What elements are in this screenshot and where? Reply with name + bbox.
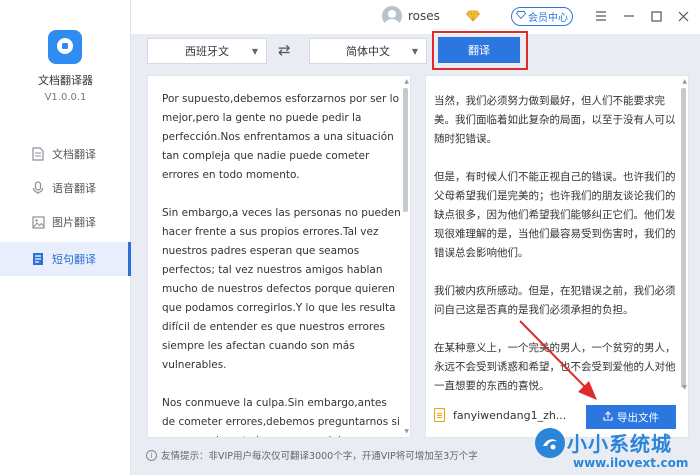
source-language-value: 西班牙文: [185, 45, 229, 58]
user-profile[interactable]: roses: [382, 6, 440, 26]
target-paragraph: 当然，我们必须努力做到最好，但人们不能要求完美。我们面临着如此复杂的局面，以至于…: [434, 95, 676, 145]
maximize-icon[interactable]: [647, 7, 665, 25]
sidebar-item-label: 短句翻译: [52, 253, 96, 266]
source-paragraph: Sin embargo,a veces las personas no pued…: [162, 207, 401, 371]
scroll-up-icon[interactable]: ▲: [404, 78, 409, 85]
info-icon: i: [146, 449, 157, 461]
app-name: 文档翻译器: [38, 74, 93, 87]
target-paragraph: 我们被内疚所感动。但是，在犯错误之前，我们必须问自己这是否真的是我们必须承担的负…: [434, 285, 676, 316]
avatar: [382, 6, 402, 26]
source-paragraph: Nos conmueve la culpa.Sin embargo,antes …: [162, 397, 400, 437]
close-icon[interactable]: [674, 7, 692, 25]
app-version: V1.0.0.1: [44, 92, 87, 103]
export-icon: [603, 410, 613, 424]
chevron-down-icon: ▼: [411, 47, 418, 56]
username: roses: [408, 9, 440, 23]
sidebar-item-label: 语音翻译: [52, 182, 96, 195]
gem-icon: [515, 11, 527, 22]
sidebar: 文档翻译器 V1.0.0.1 文档翻译 语音翻译 图片翻译 短句翻译: [0, 0, 131, 475]
minimize-icon[interactable]: [620, 7, 638, 25]
image-icon: [31, 215, 45, 229]
sidebar-item-image[interactable]: 图片翻译: [0, 205, 131, 239]
footer-tip-text: 友情提示：非VIP用户每次仅可翻译3000个字，开通VIP将可增加至3万个字: [161, 451, 478, 462]
target-text[interactable]: 当然，我们必须努力做到最好，但人们不能要求完美。我们面临着如此复杂的局面，以至于…: [434, 92, 682, 415]
sidebar-item-voice[interactable]: 语音翻译: [0, 171, 131, 205]
sidebar-item-label: 图片翻译: [52, 216, 96, 229]
vip-center-button[interactable]: 会员中心: [511, 7, 573, 26]
target-language-value: 简体中文: [346, 45, 390, 58]
translate-button[interactable]: 翻译: [438, 37, 520, 63]
watermark: 小小系统城 www.ilovext.com: [533, 428, 700, 475]
source-text-panel[interactable]: Por supuesto,debemos esforzarnos por ser…: [147, 75, 411, 438]
menu-icon[interactable]: [592, 7, 610, 25]
target-text-panel[interactable]: 当然，我们必须努力做到最好，但人们不能要求完美。我们面临着如此复杂的局面，以至于…: [425, 75, 689, 438]
scroll-up-icon[interactable]: ▲: [682, 78, 687, 85]
target-paragraph: 但是，有时候人们不能正视自己的错误。也许我们的父母希望我们是完美的；也许我们的朋…: [434, 171, 676, 259]
export-file-button[interactable]: 导出文件: [586, 405, 676, 429]
export-file-label: 导出文件: [617, 411, 659, 424]
output-file-name: fanyiwendang1_zh...: [453, 408, 567, 422]
watermark-url: www.ilovext.com: [573, 456, 689, 470]
app-logo: [48, 30, 82, 64]
swap-languages-icon[interactable]: ⇄: [278, 41, 291, 59]
scroll-down-icon[interactable]: ▼: [682, 384, 687, 391]
output-file: fanyiwendang1_zh...: [434, 404, 584, 426]
microphone-icon: [31, 181, 45, 195]
sidebar-item-document[interactable]: 文档翻译: [0, 137, 131, 171]
chevron-down-icon: ▼: [251, 47, 258, 56]
target-scrollbar[interactable]: [681, 88, 686, 388]
target-language-select[interactable]: 简体中文 ▼: [309, 38, 427, 64]
sentence-icon: [31, 252, 45, 266]
sidebar-item-sentence[interactable]: 短句翻译: [0, 242, 131, 276]
scroll-down-icon[interactable]: ▼: [404, 428, 409, 435]
file-icon: [434, 408, 445, 422]
footer-tip: i 友情提示：非VIP用户每次仅可翻译3000个字，开通VIP将可增加至3万个字: [146, 448, 478, 462]
source-language-select[interactable]: 西班牙文 ▼: [147, 38, 267, 64]
watermark-logo-icon: [535, 428, 565, 458]
document-icon: [31, 147, 45, 161]
source-scrollbar[interactable]: [403, 88, 408, 212]
vip-center-label: 会员中心: [528, 13, 568, 24]
source-text[interactable]: Por supuesto,debemos esforzarnos por ser…: [162, 90, 402, 437]
vip-diamond-icon: [465, 10, 481, 25]
watermark-title: 小小系统城: [567, 432, 672, 456]
source-paragraph: Por supuesto,debemos esforzarnos por ser…: [162, 93, 400, 181]
sidebar-item-label: 文档翻译: [52, 148, 96, 161]
target-paragraph: 在某种意义上，一个完美的男人，一个贫穷的男人，永远不会受到诱惑和希望，也不会受到…: [434, 342, 676, 392]
